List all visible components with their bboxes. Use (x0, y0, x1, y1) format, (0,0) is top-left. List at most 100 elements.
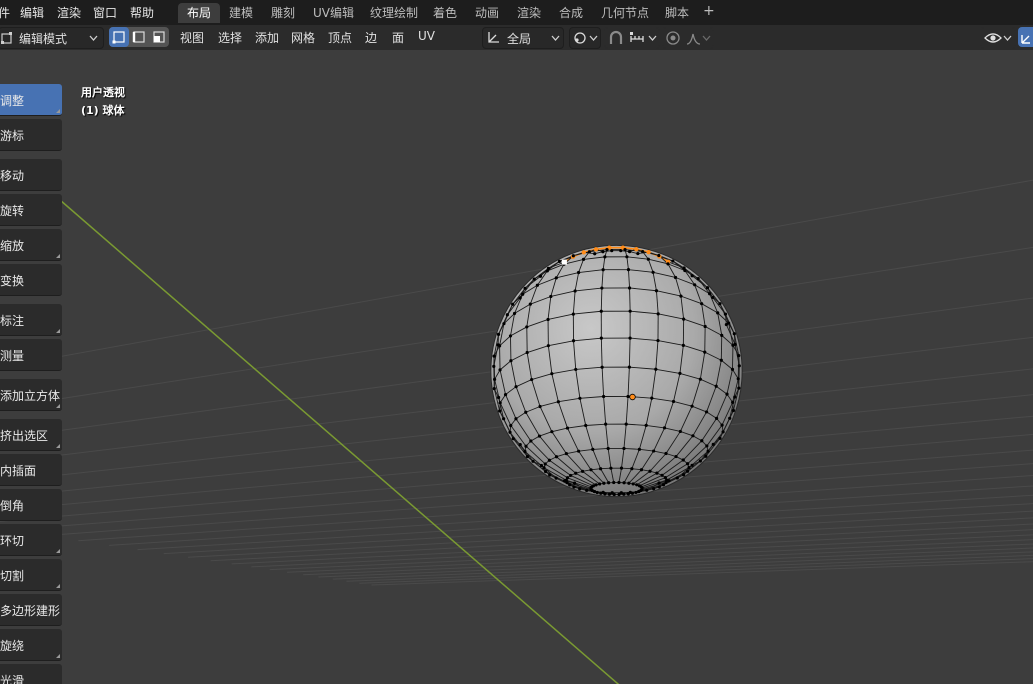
gizmo-icon (1021, 35, 1030, 44)
mesh-vertex (539, 463, 544, 468)
mesh-vertex (523, 286, 527, 290)
tab-sculpting[interactable]: 雕刻 (262, 3, 304, 23)
selected-vertex (581, 250, 586, 255)
mesh-vertex (509, 423, 513, 428)
tab-compositing[interactable]: 合成 (550, 3, 592, 23)
tool-add-cube[interactable]: 添加立方体 (0, 379, 62, 411)
menu-render[interactable]: 渲染 (57, 4, 81, 21)
header-menu-edge[interactable]: 边 (365, 29, 377, 46)
orientation-label: 全局 (507, 32, 532, 46)
tool-rotate[interactable]: 旋转 (0, 194, 62, 226)
mesh-vertex (698, 459, 702, 463)
proportional-editing-icon[interactable] (665, 30, 683, 46)
mesh-vertex (664, 480, 668, 485)
menu-help[interactable]: 帮助 (130, 4, 154, 21)
pivot-point-dropdown[interactable] (569, 27, 601, 49)
3d-viewport[interactable]: 调整 游标 移动 旋转 缩放 变换 标注 测量 添加立方体 挤出选区 内插面 倒… (0, 50, 1033, 684)
header-menu-add[interactable]: 添加 (255, 29, 279, 46)
tool-poly-build[interactable]: 多边形建形 (0, 594, 62, 626)
add-workspace-button[interactable]: + (703, 3, 715, 19)
select-mode-group (109, 27, 169, 47)
mesh-vertex (599, 309, 603, 313)
tool-measure[interactable]: 测量 (0, 339, 62, 371)
mesh-vertex (719, 358, 723, 362)
mesh-vertex (518, 296, 522, 300)
mesh-vertex (577, 270, 581, 275)
falloff-curve-icon[interactable] (685, 30, 703, 46)
viewport-canvas[interactable] (0, 50, 1033, 684)
transform-orientation-dropdown[interactable]: 全局 (482, 27, 564, 49)
tool-transform[interactable]: 变换 (0, 264, 62, 296)
mesh-vertex (737, 364, 741, 368)
menu-edit[interactable]: 编辑 (20, 4, 44, 21)
mesh-vertex (690, 274, 694, 278)
mesh-vertex (524, 410, 528, 414)
tab-shading[interactable]: 着色 (424, 3, 466, 23)
mesh-edge (629, 287, 631, 312)
mesh-vertex (545, 269, 549, 273)
tab-scripting[interactable]: 脚本 (656, 3, 698, 23)
vertex-select-button[interactable] (109, 27, 129, 47)
tool-loop-cut[interactable]: 环切 (0, 524, 62, 556)
tab-layout[interactable]: 布局 (178, 3, 221, 23)
mesh-vertex (627, 286, 632, 290)
tab-rendering[interactable]: 渲染 (508, 3, 550, 23)
menu-file[interactable]: 件 (0, 4, 10, 21)
mesh-vertex (696, 277, 700, 281)
header-menu-face[interactable]: 面 (392, 29, 404, 46)
gizmo-toggle-button[interactable] (1018, 27, 1033, 47)
mesh-vertex (572, 481, 577, 485)
uv-sphere-mesh[interactable] (490, 244, 743, 498)
tool-scale[interactable]: 缩放 (0, 229, 62, 261)
tool-annotate[interactable]: 标注 (0, 304, 62, 336)
chevron-down-icon (648, 35, 657, 41)
header-menu-select[interactable]: 选择 (218, 29, 242, 46)
grid-line (251, 529, 1033, 568)
mesh-vertex (514, 417, 518, 421)
tab-uv-editing[interactable]: UV编辑 (304, 3, 363, 23)
header-menu-uv[interactable]: UV (418, 29, 435, 43)
mode-dropdown[interactable]: 编辑模式 (0, 27, 104, 49)
mesh-vertex (671, 259, 675, 263)
mesh-vertex (681, 473, 686, 477)
header-menu-view[interactable]: 视图 (180, 29, 204, 46)
header-menu-mesh[interactable]: 网格 (291, 29, 315, 46)
mesh-vertex (543, 462, 547, 466)
magnet-icon[interactable] (607, 30, 625, 46)
mesh-vertex (604, 422, 608, 426)
menu-window[interactable]: 窗口 (93, 4, 117, 21)
tab-geometry-nodes[interactable]: 几何节点 (592, 3, 658, 23)
mesh-vertex (720, 423, 724, 427)
tool-inset-faces[interactable]: 内插面 (0, 454, 62, 486)
tool-smooth[interactable]: 光滑 (0, 664, 62, 684)
visibility-dropdown[interactable] (980, 27, 1016, 49)
tool-extrude-region[interactable]: 挤出选区 (0, 419, 62, 451)
tool-move[interactable]: 移动 (0, 159, 62, 191)
mesh-vertex (581, 469, 585, 473)
tab-animation[interactable]: 动画 (466, 3, 508, 23)
mesh-vertex (525, 325, 529, 329)
tool-spin[interactable]: 旋绕 (0, 629, 62, 661)
snap-increment-icon[interactable] (629, 30, 647, 46)
face-select-button[interactable] (149, 27, 169, 47)
edge-select-button[interactable] (129, 27, 149, 47)
mesh-vertex (617, 492, 621, 497)
mesh-vertex (523, 449, 527, 454)
tab-modeling[interactable]: 建模 (220, 3, 262, 23)
mesh-vertex (492, 377, 497, 381)
mesh-vertex (664, 451, 668, 456)
grid-line (269, 534, 1033, 571)
mesh-vertex (628, 309, 632, 313)
mesh-vertex (600, 286, 604, 290)
mesh-vertex (589, 468, 593, 472)
tool-cursor[interactable]: 游标 (0, 119, 62, 151)
tool-knife[interactable]: 切割 (0, 559, 62, 591)
tab-texture-paint[interactable]: 纹理绘制 (361, 3, 427, 23)
header-menu-vertex[interactable]: 顶点 (328, 29, 352, 46)
tool-bevel[interactable]: 倒角 (0, 489, 62, 521)
tool-tweak[interactable]: 调整 (0, 84, 62, 116)
mesh-vertex (617, 480, 621, 485)
mesh-vertex (660, 473, 664, 477)
mesh-vertex (511, 437, 515, 441)
mesh-vertex (681, 458, 685, 462)
